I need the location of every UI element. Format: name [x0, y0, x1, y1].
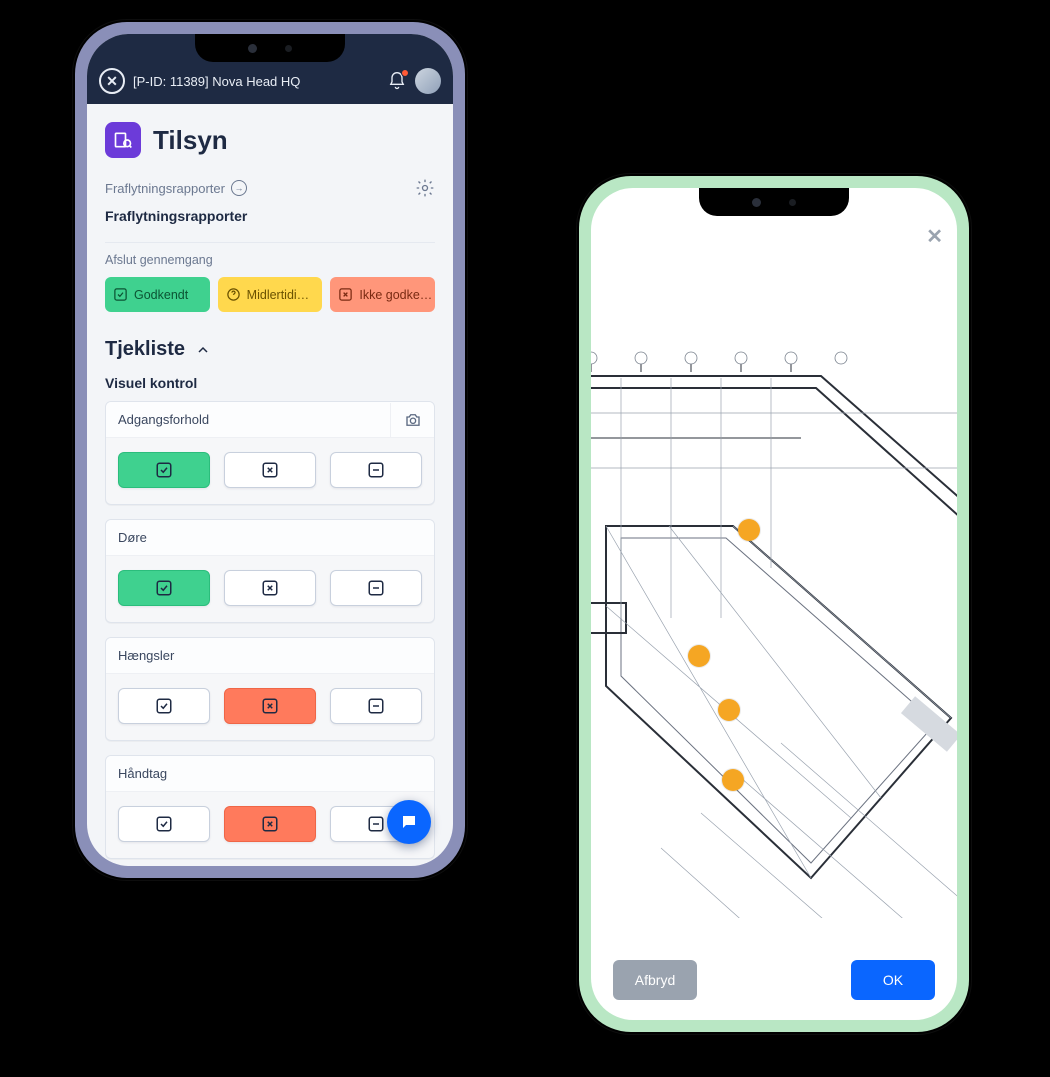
notification-dot [401, 69, 409, 77]
check-square-icon [113, 287, 128, 302]
close-button[interactable]: ✕ [926, 224, 943, 249]
page-subtitle: Fraflytningsrapporter [105, 208, 435, 224]
map-marker[interactable] [722, 769, 744, 791]
header-title[interactable]: [P-ID: 11389] Nova Head HQ [133, 74, 379, 89]
checklist-bad-button[interactable] [224, 688, 316, 724]
x-square-icon [338, 287, 353, 302]
checklist-item: Håndtag [105, 755, 435, 859]
status-temporary[interactable]: Midlertidi… [218, 277, 323, 312]
checklist-item-label: Hængsler [118, 648, 174, 663]
checklist-heading: Tjekliste [105, 338, 185, 361]
checklist-item: Hængsler [105, 637, 435, 741]
camera-button[interactable] [390, 403, 434, 437]
checklist-bad-button[interactable] [224, 452, 316, 488]
breadcrumb-arrow-icon: → [231, 180, 247, 196]
status-approved[interactable]: Godkendt [105, 277, 210, 312]
checklist-section: Visuel kontrol [105, 375, 435, 391]
map-marker[interactable] [738, 519, 760, 541]
checklist-bad-button[interactable] [224, 806, 316, 842]
status-temporary-label: Midlertidi… [247, 288, 310, 302]
checklist-item-label: Håndtag [118, 766, 167, 781]
phone-mockup-right: ✕ [577, 174, 971, 1034]
chat-icon [400, 813, 418, 831]
gear-icon[interactable] [415, 178, 435, 198]
chevron-up-icon [195, 342, 211, 358]
cancel-button[interactable]: Afbryd [613, 960, 697, 1000]
finish-label: Afslut gennemgang [105, 253, 435, 267]
chat-fab[interactable] [387, 800, 431, 844]
question-circle-icon [226, 287, 241, 302]
floorplan-drawing [591, 318, 957, 918]
checklist-na-button[interactable] [330, 452, 422, 488]
notifications-button[interactable] [387, 71, 407, 91]
status-approved-label: Godkendt [134, 288, 188, 302]
ok-button-label: OK [883, 972, 903, 988]
checklist-na-button[interactable] [330, 570, 422, 606]
page-title: Tilsyn [153, 125, 228, 156]
checklist-ok-button[interactable] [118, 688, 210, 724]
cancel-button-label: Afbryd [635, 972, 675, 988]
checklist-ok-button[interactable] [118, 452, 210, 488]
checklist-item-label: Adgangsforhold [118, 412, 209, 427]
app-logo[interactable]: ✕ [99, 68, 125, 94]
floorplan-canvas[interactable] [591, 188, 957, 1020]
checklist-ok-button[interactable] [118, 570, 210, 606]
phone-mockup-left: ✕ [P-ID: 11389] Nova Head HQ Tilsyn Fraf… [73, 20, 467, 880]
module-icon [105, 122, 141, 158]
checklist-item: Adgangsforhold [105, 401, 435, 505]
breadcrumb[interactable]: Fraflytningsrapporter [105, 181, 225, 196]
checklist-bad-button[interactable] [224, 570, 316, 606]
ok-button[interactable]: OK [851, 960, 935, 1000]
checklist-heading-row[interactable]: Tjekliste [105, 338, 435, 361]
map-marker[interactable] [688, 645, 710, 667]
status-rejected-label: Ikke godke… [359, 288, 432, 302]
avatar[interactable] [415, 68, 441, 94]
status-rejected[interactable]: Ikke godke… [330, 277, 435, 312]
map-marker[interactable] [718, 699, 740, 721]
checklist-na-button[interactable] [330, 688, 422, 724]
checklist-item-label: Døre [118, 530, 147, 545]
checklist-item: Døre [105, 519, 435, 623]
checklist-ok-button[interactable] [118, 806, 210, 842]
